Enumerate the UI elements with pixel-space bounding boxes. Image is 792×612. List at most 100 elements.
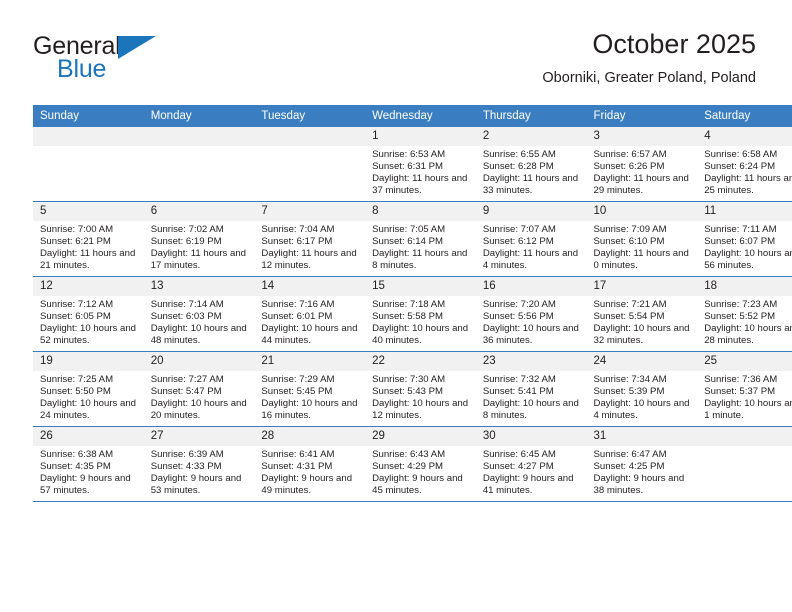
- day-details: Sunrise: 7:04 AM Sunset: 6:17 PM Daylight:…: [254, 221, 365, 272]
- calendar-day-cell[interactable]: 5 Sunrise: 7:00 AM Sunset: 6:21 PM Daylight…: [33, 201, 144, 277]
- calendar-day-cell[interactable]: 31 Sunrise: 6:47 AM Sunset: 4:25 PM Dayligh…: [586, 426, 698, 502]
- sunset-text: Sunset: 5:54 PM: [593, 311, 665, 323]
- day-number: 12: [33, 277, 144, 296]
- sunrise-text: Sunrise: 6:43 AM: [372, 449, 446, 460]
- calendar-day-cell[interactable]: 24 Sunrise: 7:34 AM Sunset: 5:39 PM Dayligh…: [586, 351, 698, 427]
- daylight-text: Daylight: 10 hours and 1 minute.: [704, 398, 792, 422]
- daylight-text: Daylight: 10 hours and 24 minutes.: [40, 398, 136, 422]
- sunset-text: Sunset: 6:01 PM: [261, 311, 333, 323]
- sunrise-text: Sunrise: 7:27 AM: [150, 374, 224, 385]
- calendar-day-cell[interactable]: 6 Sunrise: 7:02 AM Sunset: 6:19 PM Daylight…: [143, 201, 255, 277]
- day-details: Sunrise: 6:38 AM Sunset: 4:35 PM Daylight:…: [33, 446, 144, 497]
- calendar-day-cell[interactable]: 4 Sunrise: 6:58 AM Sunset: 6:24 PM Daylight…: [697, 127, 792, 202]
- sunset-text: Sunset: 5:45 PM: [261, 386, 333, 398]
- day-details: Sunrise: 6:57 AM Sunset: 6:26 PM Daylight:…: [587, 146, 698, 197]
- sunrise-text: Sunrise: 7:07 AM: [482, 224, 556, 235]
- calendar-day-cell[interactable]: 30 Sunrise: 6:45 AM Sunset: 4:27 PM Dayligh…: [475, 426, 587, 502]
- weekday-header-thursday: Thursday: [475, 105, 587, 127]
- sunset-text: Sunset: 6:28 PM: [482, 161, 554, 173]
- weekday-header-saturday: Saturday: [697, 105, 792, 127]
- day-number: 7: [254, 202, 366, 221]
- calendar-day-cell[interactable]: 20 Sunrise: 7:27 AM Sunset: 5:47 PM Dayligh…: [143, 351, 255, 427]
- daylight-text: Daylight: 10 hours and 52 minutes.: [40, 323, 136, 347]
- day-details: Sunrise: 6:45 AM Sunset: 4:27 PM Daylight:…: [476, 446, 587, 497]
- day-details: Sunrise: 7:16 AM Sunset: 6:01 PM Daylight:…: [254, 296, 365, 347]
- calendar-day-cell[interactable]: 25 Sunrise: 7:36 AM Sunset: 5:37 PM Dayligh…: [697, 351, 792, 427]
- calendar-day-cell[interactable]: 16 Sunrise: 7:20 AM Sunset: 5:56 PM Dayligh…: [475, 276, 587, 352]
- calendar-day-cell[interactable]: 27 Sunrise: 6:39 AM Sunset: 4:33 PM Dayligh…: [143, 426, 255, 502]
- day-number: 28: [254, 427, 366, 446]
- weekday-header-row: Sunday Monday Tuesday Wednesday Thursday…: [33, 105, 792, 127]
- calendar-week-row: 26 Sunrise: 6:38 AM Sunset: 4:35 PM Dayligh…: [33, 426, 792, 502]
- day-details: Sunrise: 7:34 AM Sunset: 5:39 PM Daylight:…: [587, 371, 698, 422]
- sunset-text: Sunset: 5:58 PM: [372, 311, 444, 323]
- calendar-day-cell[interactable]: 12 Sunrise: 7:12 AM Sunset: 6:05 PM Dayligh…: [33, 276, 144, 352]
- daylight-text: Daylight: 10 hours and 4 minutes.: [593, 398, 690, 422]
- calendar-day-cell[interactable]: 10 Sunrise: 7:09 AM Sunset: 6:10 PM Dayligh…: [586, 201, 698, 277]
- sunrise-text: Sunrise: 6:41 AM: [261, 449, 335, 460]
- day-number: [33, 127, 144, 146]
- sunrise-text: Sunrise: 7:14 AM: [150, 299, 224, 310]
- day-details: Sunrise: 7:11 AM Sunset: 6:07 PM Daylight:…: [697, 221, 792, 272]
- sunset-text: Sunset: 5:41 PM: [482, 386, 554, 398]
- sunrise-text: Sunrise: 7:36 AM: [704, 374, 778, 385]
- daylight-text: Daylight: 9 hours and 57 minutes.: [40, 473, 131, 497]
- daylight-text: Daylight: 11 hours and 4 minutes.: [482, 248, 579, 272]
- calendar-day-cell[interactable]: 3 Sunrise: 6:57 AM Sunset: 6:26 PM Daylight…: [586, 127, 698, 202]
- calendar-day-cell[interactable]: 23 Sunrise: 7:32 AM Sunset: 5:41 PM Dayligh…: [475, 351, 587, 427]
- sunset-text: Sunset: 5:43 PM: [372, 386, 444, 398]
- day-details: Sunrise: 7:30 AM Sunset: 5:43 PM Daylight:…: [365, 371, 476, 422]
- sunrise-text: Sunrise: 7:30 AM: [372, 374, 446, 385]
- sunrise-text: Sunrise: 6:57 AM: [593, 149, 667, 160]
- sunset-text: Sunset: 6:21 PM: [40, 236, 111, 248]
- sunset-text: Sunset: 4:35 PM: [40, 461, 111, 473]
- day-number: 29: [365, 427, 476, 446]
- calendar-day-cell[interactable]: 13 Sunrise: 7:14 AM Sunset: 6:03 PM Dayligh…: [143, 276, 255, 352]
- daylight-text: Daylight: 10 hours and 32 minutes.: [593, 323, 690, 347]
- calendar-day-cell[interactable]: 11 Sunrise: 7:11 AM Sunset: 6:07 PM Dayligh…: [697, 201, 792, 277]
- calendar-day-cell[interactable]: 26 Sunrise: 6:38 AM Sunset: 4:35 PM Dayligh…: [33, 426, 144, 502]
- daylight-text: Daylight: 11 hours and 25 minutes.: [704, 173, 792, 197]
- sunrise-text: Sunrise: 7:32 AM: [482, 374, 556, 385]
- daylight-text: Daylight: 11 hours and 29 minutes.: [593, 173, 689, 197]
- calendar-day-cell[interactable]: 29 Sunrise: 6:43 AM Sunset: 4:29 PM Dayligh…: [365, 426, 476, 502]
- general-blue-logo: General Blue: [33, 32, 233, 88]
- calendar-day-cell[interactable]: 28 Sunrise: 6:41 AM Sunset: 4:31 PM Dayligh…: [254, 426, 366, 502]
- day-details: Sunrise: 7:05 AM Sunset: 6:14 PM Daylight:…: [365, 221, 476, 272]
- day-details: Sunrise: 7:21 AM Sunset: 5:54 PM Daylight:…: [587, 296, 698, 347]
- calendar-day-cell[interactable]: 18 Sunrise: 7:23 AM Sunset: 5:52 PM Dayligh…: [697, 276, 792, 352]
- sunrise-text: Sunrise: 6:47 AM: [593, 449, 667, 460]
- page-subtitle: Oborniki, Greater Poland, Poland: [542, 70, 756, 86]
- calendar-day-cell[interactable]: 17 Sunrise: 7:21 AM Sunset: 5:54 PM Dayligh…: [586, 276, 698, 352]
- sunrise-text: Sunrise: 7:00 AM: [40, 224, 114, 235]
- day-number: 10: [586, 202, 698, 221]
- calendar-day-cell[interactable]: 9 Sunrise: 7:07 AM Sunset: 6:12 PM Daylight…: [475, 201, 587, 277]
- sunrise-text: Sunrise: 7:02 AM: [150, 224, 224, 235]
- day-number: 30: [475, 427, 587, 446]
- title-block: October 2025 Oborniki, Greater Poland, P…: [542, 28, 756, 87]
- calendar-day-cell-empty: [143, 127, 255, 202]
- daylight-text: Daylight: 10 hours and 56 minutes.: [704, 248, 792, 272]
- calendar-day-cell[interactable]: 15 Sunrise: 7:18 AM Sunset: 5:58 PM Dayligh…: [365, 276, 476, 352]
- calendar-day-cell[interactable]: 21 Sunrise: 7:29 AM Sunset: 5:45 PM Dayligh…: [254, 351, 366, 427]
- sunset-text: Sunset: 6:10 PM: [593, 236, 665, 248]
- calendar-day-cell[interactable]: 19 Sunrise: 7:25 AM Sunset: 5:50 PM Dayligh…: [33, 351, 144, 427]
- calendar-week-row: 5 Sunrise: 7:00 AM Sunset: 6:21 PM Daylight…: [33, 201, 792, 277]
- sunrise-text: Sunrise: 7:34 AM: [593, 374, 667, 385]
- calendar-day-cell[interactable]: 1 Sunrise: 6:53 AM Sunset: 6:31 PM Daylight…: [365, 127, 476, 202]
- day-number: 6: [143, 202, 255, 221]
- daylight-text: Daylight: 11 hours and 33 minutes.: [482, 173, 579, 197]
- sunset-text: Sunset: 5:56 PM: [482, 311, 554, 323]
- day-number: 23: [475, 352, 587, 371]
- calendar-day-cell[interactable]: 2 Sunrise: 6:55 AM Sunset: 6:28 PM Daylight…: [475, 127, 587, 202]
- sunrise-text: Sunrise: 6:58 AM: [704, 149, 778, 160]
- calendar-day-cell[interactable]: 7 Sunrise: 7:04 AM Sunset: 6:17 PM Daylight…: [254, 201, 366, 277]
- day-details: Sunrise: 7:23 AM Sunset: 5:52 PM Daylight:…: [697, 296, 792, 347]
- calendar-day-cell[interactable]: 22 Sunrise: 7:30 AM Sunset: 5:43 PM Dayligh…: [365, 351, 476, 427]
- sunrise-text: Sunrise: 7:25 AM: [40, 374, 114, 385]
- calendar-week-row: 1 Sunrise: 6:53 AM Sunset: 6:31 PM Daylight…: [33, 127, 792, 202]
- daylight-text: Daylight: 9 hours and 38 minutes.: [593, 473, 685, 497]
- calendar-day-cell[interactable]: 14 Sunrise: 7:16 AM Sunset: 6:01 PM Dayligh…: [254, 276, 366, 352]
- calendar-day-cell[interactable]: 8 Sunrise: 7:05 AM Sunset: 6:14 PM Daylight…: [365, 201, 476, 277]
- sunset-text: Sunset: 4:25 PM: [593, 461, 665, 473]
